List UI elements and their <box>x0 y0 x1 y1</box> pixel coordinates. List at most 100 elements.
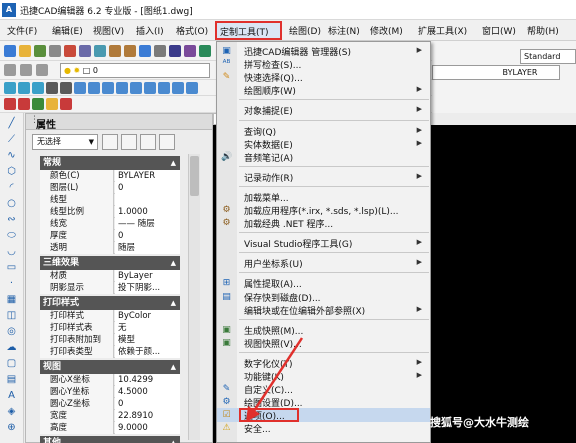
property-value[interactable]: —— 随层 <box>115 218 180 230</box>
selection-dropdown[interactable]: 无选择 ▼ <box>32 134 98 150</box>
property-value[interactable]: 1.0000 <box>115 206 180 218</box>
property-row[interactable]: 圆心Y坐标 4.5000 <box>40 386 180 398</box>
render-icon[interactable] <box>4 98 16 110</box>
section-header[interactable]: 三维效果 ▲ <box>40 256 180 270</box>
wipeout-icon[interactable]: ▢ <box>4 357 19 370</box>
section-header[interactable]: 视图 ▲ <box>40 360 180 374</box>
print-icon[interactable] <box>49 45 61 57</box>
zoom-icon[interactable] <box>139 45 151 57</box>
torus-icon[interactable] <box>130 82 142 94</box>
dropdown-menu-item[interactable]: ▣ 迅捷CAD编辑器 管理器(S) ▶ <box>217 44 430 58</box>
dropdown-menu-item[interactable]: ᴬᴮ 拼写检查(S)... <box>217 57 430 71</box>
property-value[interactable]: 依赖于颜... <box>115 346 180 358</box>
table-icon[interactable]: ▤ <box>4 373 19 386</box>
view-front-icon[interactable] <box>32 82 44 94</box>
collapse-arrow-icon[interactable]: ▲ <box>171 256 176 270</box>
property-value[interactable]: 0 <box>115 182 180 194</box>
property-row[interactable]: 宽度 22.8910 <box>40 410 180 422</box>
property-row[interactable]: 阴影显示 投下阴影... <box>40 282 180 294</box>
menu-custom-tools[interactable]: 定制工具(T) <box>215 21 282 40</box>
dropdown-menu-item[interactable]: ▤ 保存快到磁盘(D)... <box>217 290 430 304</box>
extrude-icon[interactable] <box>172 82 184 94</box>
copy-icon[interactable] <box>79 45 91 57</box>
save-icon[interactable] <box>34 45 46 57</box>
dropdown-menu-item[interactable]: 实体数据(E) ▶ <box>217 137 430 151</box>
collapse-arrow-icon[interactable]: ▲ <box>171 436 176 443</box>
view-3d-icon[interactable] <box>4 82 16 94</box>
property-row[interactable]: 线型比例 1.0000 <box>40 206 180 218</box>
spline-icon[interactable]: ∾ <box>4 213 19 226</box>
dropdown-menu-item[interactable]: ✎ 快速选择(Q)... <box>217 70 430 84</box>
properties-icon[interactable] <box>169 45 181 57</box>
collapse-arrow-icon[interactable]: ▲ <box>171 156 176 170</box>
property-row[interactable]: 圆心X坐标 10.4299 <box>40 374 180 386</box>
property-row[interactable]: 厚度 0 <box>40 230 180 242</box>
property-value[interactable]: BYLAYER <box>115 170 180 182</box>
quick-select-button-icon[interactable] <box>140 134 156 150</box>
donut-icon[interactable]: ◎ <box>4 325 19 338</box>
layer-prev-icon[interactable] <box>20 64 32 76</box>
construction-line-icon[interactable]: ⟋ <box>4 133 19 146</box>
circle-icon[interactable]: ○ <box>4 197 19 210</box>
property-row[interactable]: 图层(L) 0 <box>40 182 180 194</box>
property-row[interactable]: 打印样式 ByColor <box>40 310 180 322</box>
property-value[interactable]: 模型 <box>115 334 180 346</box>
polygon-icon[interactable]: ⬡ <box>4 165 19 178</box>
block-icon[interactable]: ◈ <box>4 405 19 418</box>
menu-modify[interactable]: 修改(M) <box>370 24 403 37</box>
pan-icon[interactable] <box>154 45 166 57</box>
property-value[interactable]: 9.0000 <box>115 422 180 434</box>
options-panel-icon[interactable] <box>159 134 175 150</box>
collapse-arrow-icon[interactable]: ▲ <box>171 296 176 310</box>
rectangle-icon[interactable]: ▭ <box>4 261 19 274</box>
view-top-icon[interactable] <box>18 82 30 94</box>
property-value[interactable]: ByColor <box>115 310 180 322</box>
dropdown-menu-item[interactable]: ⊞ 属性提取(A)... <box>217 276 430 290</box>
dropdown-menu-item[interactable]: 查询(Q) ▶ <box>217 124 430 138</box>
property-value[interactable] <box>115 194 180 206</box>
menu-edit[interactable]: 编辑(E) <box>52 24 83 37</box>
linetype-select[interactable]: BYLAYER <box>432 65 560 80</box>
dropdown-menu-item[interactable]: 对象捕捉(E) ▶ <box>217 103 430 117</box>
material-icon[interactable] <box>18 98 30 110</box>
property-value[interactable]: 0 <box>115 398 180 410</box>
view-right-icon[interactable] <box>60 82 72 94</box>
menu-dimension[interactable]: 标注(N) <box>328 24 360 37</box>
properties-scrollbar[interactable] <box>188 154 200 440</box>
cone-icon[interactable] <box>116 82 128 94</box>
dropdown-menu-item[interactable]: Visual Studio程序工具(G) ▶ <box>217 236 430 250</box>
menu-extend-tools[interactable]: 扩展工具(X) <box>418 24 467 37</box>
match-icon[interactable] <box>199 45 211 57</box>
property-row[interactable]: 线型 <box>40 194 180 206</box>
property-row[interactable]: 打印表附加到 模型 <box>40 334 180 346</box>
property-value[interactable]: 4.5000 <box>115 386 180 398</box>
property-value[interactable]: 随层 <box>115 242 180 254</box>
cube-icon[interactable] <box>74 82 86 94</box>
property-value[interactable]: 22.8910 <box>115 410 180 422</box>
menu-format[interactable]: 格式(O) <box>176 24 208 37</box>
property-row[interactable]: 透明 随层 <box>40 242 180 254</box>
menu-insert[interactable]: 插入(I) <box>136 24 164 37</box>
dropdown-menu-item[interactable]: 记录动作(R) ▶ <box>217 170 430 184</box>
text-style-select[interactable]: Standard <box>520 49 576 64</box>
section-header[interactable]: 打印样式 ▲ <box>40 296 180 310</box>
point-icon[interactable]: · <box>4 277 19 290</box>
revcloud-icon[interactable]: ☁ <box>4 341 19 354</box>
layer-state-icon[interactable] <box>36 64 48 76</box>
sphere-icon[interactable] <box>88 82 100 94</box>
dropdown-menu-item[interactable]: ▣ 生成快照(M)... <box>217 323 430 337</box>
line-tool-icon[interactable]: ╱ <box>4 117 19 130</box>
region-icon[interactable]: ◫ <box>4 309 19 322</box>
property-value[interactable]: 投下阴影... <box>115 282 180 294</box>
menu-view[interactable]: 视图(V) <box>93 24 124 37</box>
property-row[interactable]: 线宽 —— 随层 <box>40 218 180 230</box>
cylinder-icon[interactable] <box>102 82 114 94</box>
background-icon[interactable] <box>60 98 72 110</box>
menu-file[interactable]: 文件(F) <box>7 24 37 37</box>
property-value[interactable]: ByLayer <box>115 270 180 282</box>
layer-select[interactable]: ● ✹ □ 0 <box>60 63 210 78</box>
select-objects-icon[interactable] <box>121 134 137 150</box>
property-value[interactable]: 无 <box>115 322 180 334</box>
light-icon[interactable] <box>32 98 44 110</box>
property-row[interactable]: 打印表类型 依赖于颜... <box>40 346 180 358</box>
